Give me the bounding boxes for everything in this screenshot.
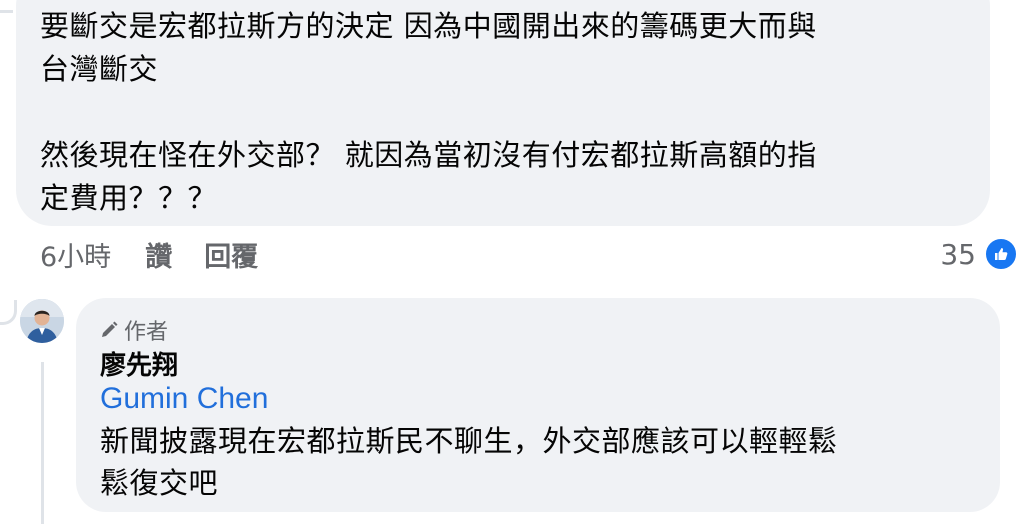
avatar[interactable] (20, 299, 64, 343)
thread-line (41, 362, 44, 524)
like-icon (984, 237, 1018, 271)
comment-line-2: 台灣斷交 (40, 52, 159, 86)
pencil-icon (102, 321, 118, 337)
comment-line-4: 然後現在怪在外交部？ 就因為當初沒有付宏都拉斯高額的指 (40, 138, 817, 172)
reply-line-2: 鬆復交吧 (100, 466, 219, 500)
reply-button[interactable]: 回覆 (204, 235, 258, 274)
like-button[interactable]: 讚 (145, 235, 172, 274)
comment-text: 要斷交是宏都拉斯方的決定 因為中國開出來的籌碼更大而與 台灣斷交 然後現在怪在外… (40, 5, 980, 220)
reply-line-1: 新聞披露現在宏都拉斯民不聊生，外交部應該可以輕輕鬆 (100, 424, 838, 458)
mention-link[interactable]: Gumin Chen (100, 382, 268, 416)
reaction-count: 35 (940, 237, 976, 271)
reply-text: 新聞披露現在宏都拉斯民不聊生，外交部應該可以輕輕鬆 鬆復交吧 (100, 420, 980, 504)
reaction-summary[interactable]: 35 (940, 234, 1018, 274)
comment-thread: 要斷交是宏都拉斯方的決定 因為中國開出來的籌碼更大而與 台灣斷交 然後現在怪在外… (0, 0, 1024, 524)
thread-connector (0, 0, 13, 13)
comment-line-1: 要斷交是宏都拉斯方的決定 因為中國開出來的籌碼更大而與 (40, 9, 817, 43)
thread-connector-stub (0, 300, 17, 325)
comment-timestamp[interactable]: 6小時 (40, 235, 111, 274)
author-badge-label: 作者 (124, 320, 169, 345)
author-badge: 作者 (100, 314, 168, 346)
author-name[interactable]: 廖先翔 (100, 345, 178, 382)
comment-line-5: 定費用？？？ (40, 181, 218, 215)
comment-actions: 6小時 讚 回覆 (40, 234, 258, 274)
